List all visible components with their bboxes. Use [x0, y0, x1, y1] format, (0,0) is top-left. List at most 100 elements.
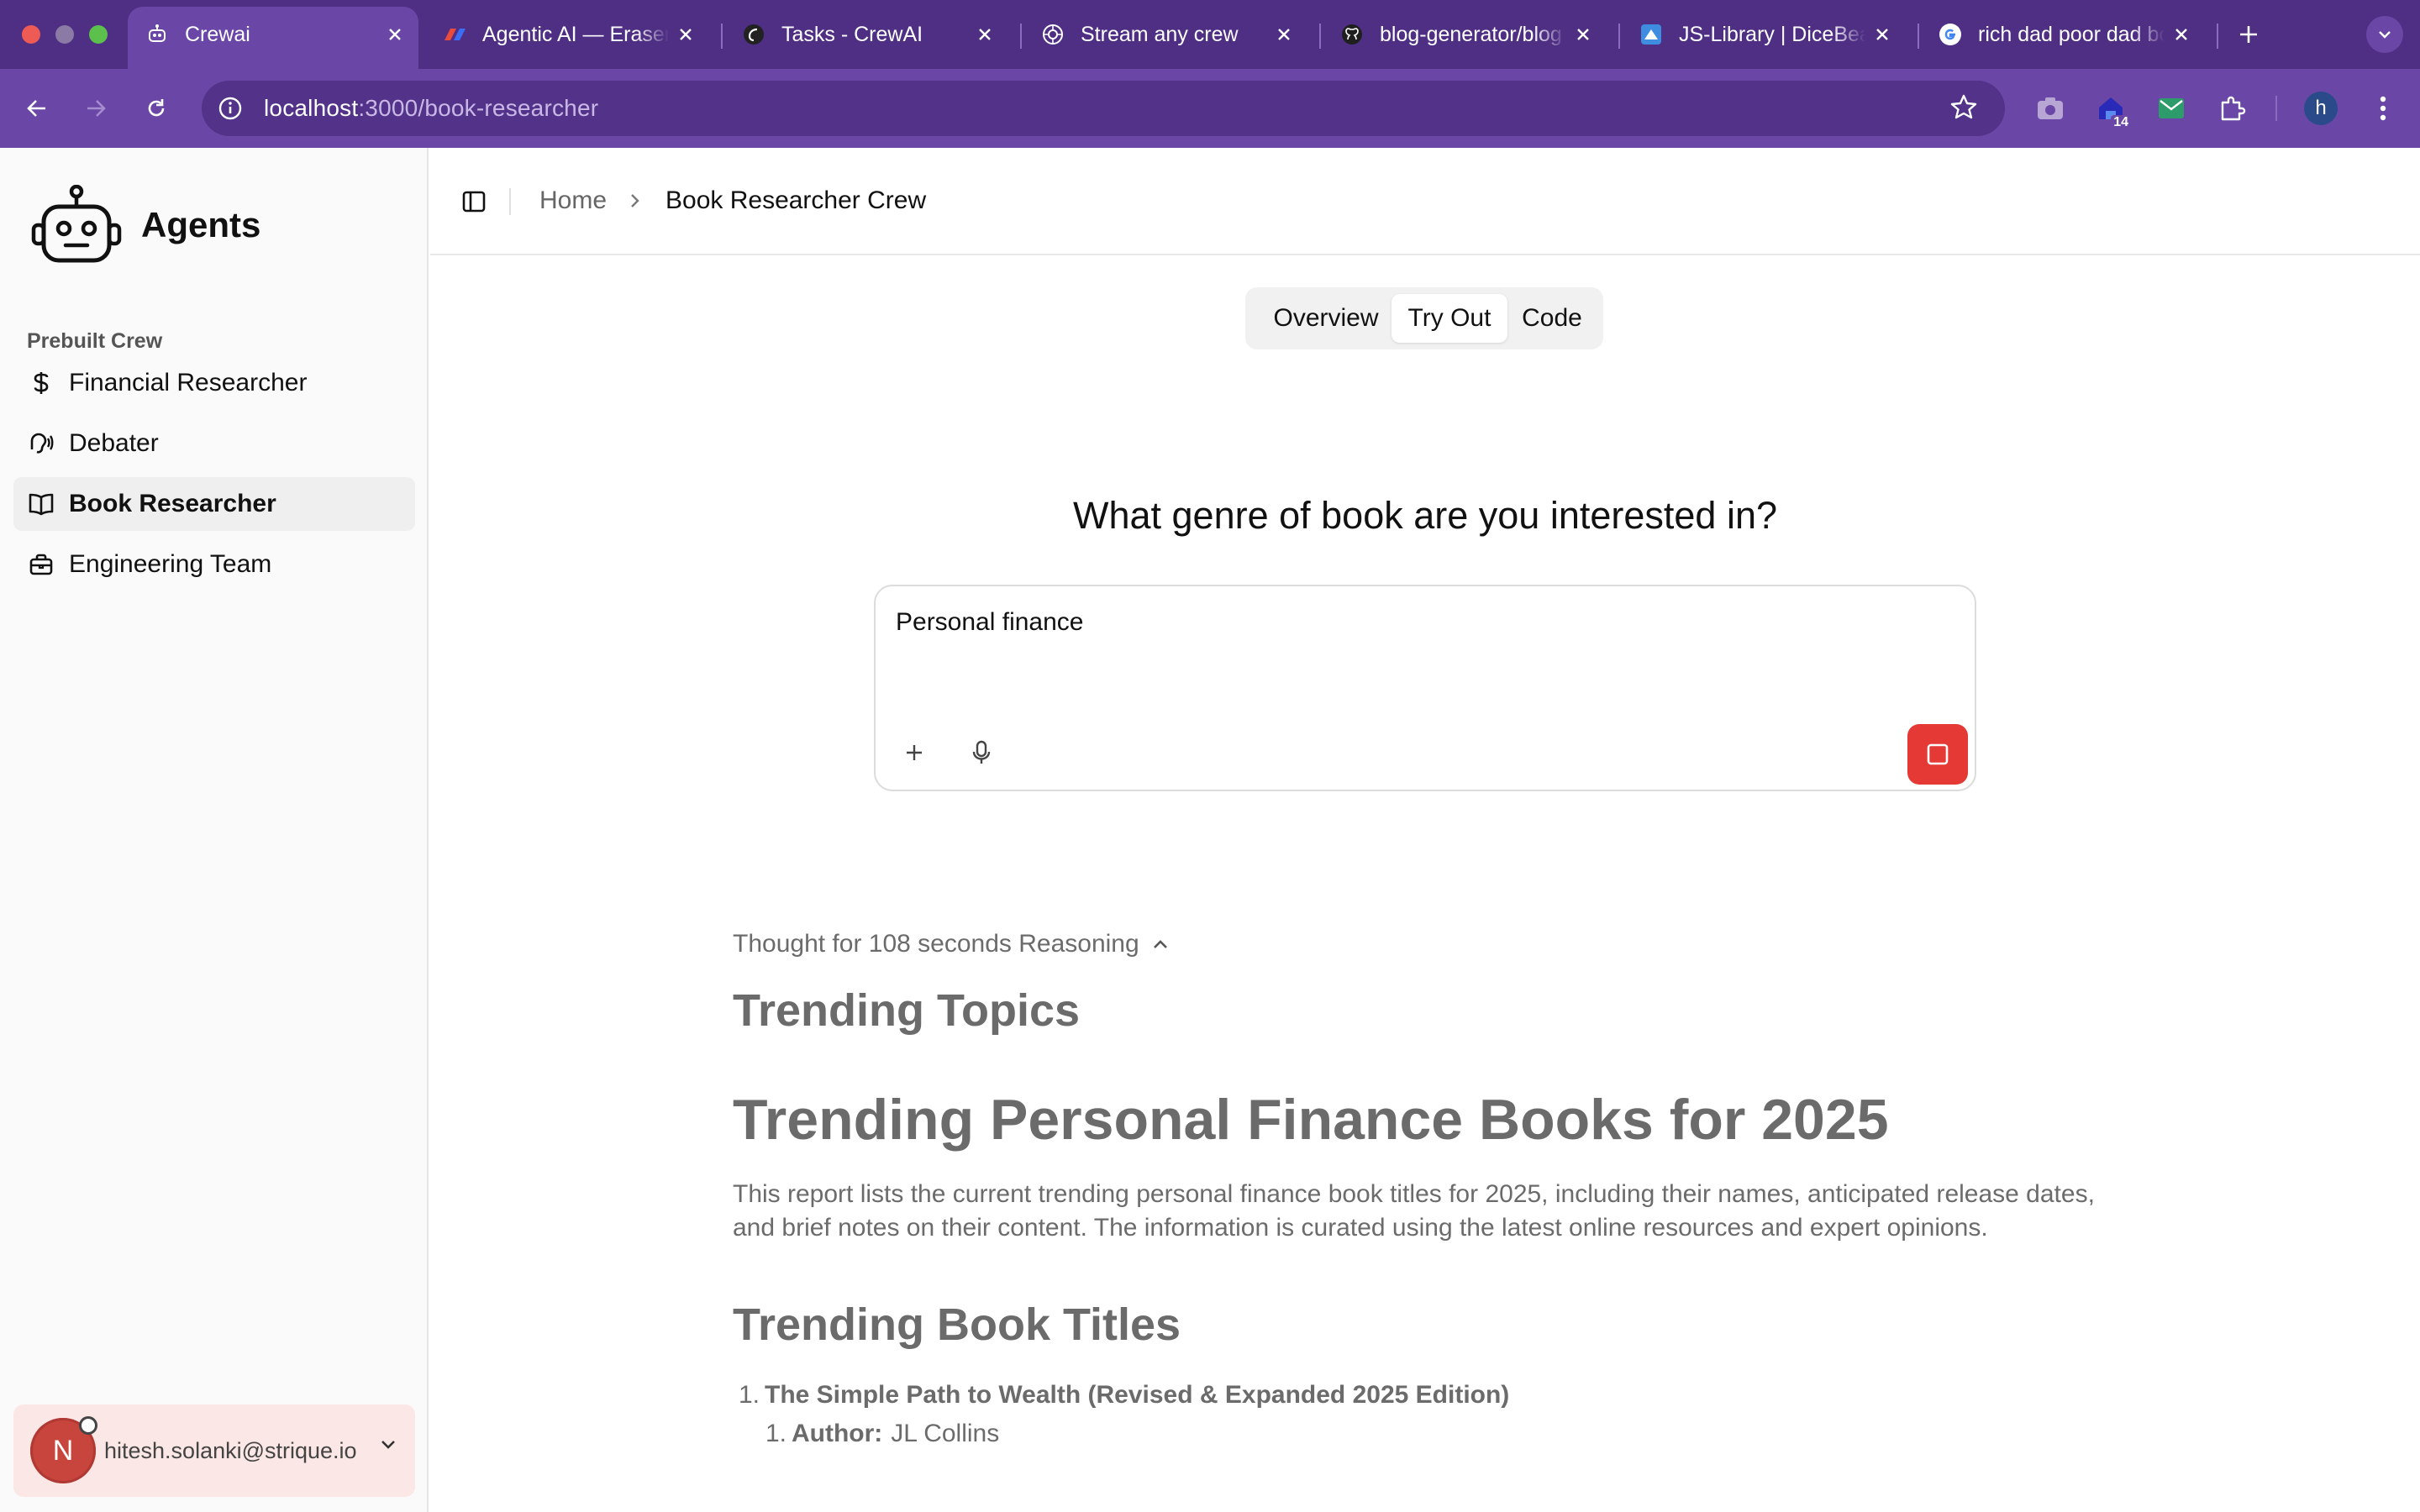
- view-tabs: Overview Try Out Code: [1245, 287, 1603, 349]
- forward-button[interactable]: [77, 90, 114, 127]
- list-number: 1.: [738, 1381, 760, 1409]
- extension-badge: 14: [2111, 115, 2131, 130]
- tab-code[interactable]: Code: [1507, 294, 1597, 343]
- address-bar[interactable]: localhost:3000/book-researcher: [202, 81, 2005, 136]
- tab-overview[interactable]: Overview: [1252, 294, 1400, 343]
- crewai-favicon-icon: [741, 22, 766, 47]
- tab-close-icon[interactable]: [378, 18, 412, 51]
- sidebar-item-engineering-team[interactable]: Engineering Team: [13, 538, 415, 591]
- sidebar-item-debater[interactable]: Debater: [13, 417, 415, 470]
- sidebar: Agents Prebuilt Crew Financial Researche…: [0, 148, 429, 1512]
- bookmark-star-icon[interactable]: [1948, 92, 1980, 123]
- browser-tab-tasks-crewai[interactable]: Tasks - CrewAI: [724, 10, 1008, 59]
- browser-tab-crewai[interactable]: Crewai: [128, 7, 418, 69]
- heading-trending-titles: Trending Book Titles: [733, 1299, 1181, 1350]
- avatar-initial: N: [52, 1434, 74, 1467]
- reload-button[interactable]: [138, 90, 175, 127]
- tab-divider: [1020, 24, 1022, 49]
- list-number: 1.: [765, 1420, 786, 1447]
- report-intro: This report lists the current trending p…: [733, 1180, 2095, 1242]
- heading-trending-topics: Trending Topics: [733, 985, 1081, 1036]
- sidebar-item-label: Book Researcher: [69, 490, 276, 517]
- back-button[interactable]: [18, 90, 55, 127]
- prompt-input[interactable]: Personal finance: [896, 608, 1083, 637]
- user-email: hitesh.solanki@strique.io: [104, 1437, 357, 1463]
- tab-close-icon[interactable]: [968, 18, 1002, 51]
- brand[interactable]: Agents: [30, 185, 260, 265]
- sidebar-item-financial-researcher[interactable]: Financial Researcher: [13, 356, 415, 410]
- tab-close-icon[interactable]: [1865, 18, 1899, 51]
- tab-title: blog-generator/blog: [1380, 22, 1562, 46]
- dollar-icon: [29, 370, 54, 396]
- list-subitem: 1. Author: JL Collins: [761, 1420, 2111, 1448]
- site-info-icon[interactable]: [213, 92, 247, 125]
- camera-extension-icon[interactable]: [2032, 90, 2069, 127]
- breadcrumb-home-link[interactable]: Home: [539, 186, 607, 215]
- window-close-button[interactable]: [22, 25, 40, 44]
- browser-tab-dicebear[interactable]: JS-Library | DiceBear: [1622, 10, 1906, 59]
- home-extension-icon[interactable]: 14: [2092, 90, 2131, 130]
- tab-divider: [2217, 24, 2218, 49]
- eraser-favicon-icon: [442, 22, 467, 47]
- browser-tab-github[interactable]: blog-generator/blog: [1323, 10, 1607, 59]
- google-favicon-icon: [1938, 22, 1963, 47]
- mail-extension-icon[interactable]: [2153, 90, 2190, 127]
- extensions-puzzle-icon[interactable]: [2213, 90, 2250, 127]
- sidebar-toggle-button[interactable]: [457, 185, 491, 218]
- tab-close-icon[interactable]: [1267, 18, 1301, 51]
- avatar: N: [30, 1416, 97, 1483]
- user-menu[interactable]: N hitesh.solanki@strique.io: [13, 1404, 415, 1497]
- stop-button[interactable]: [1907, 724, 1968, 785]
- sidebar-item-book-researcher[interactable]: Book Researcher: [13, 477, 415, 531]
- book-title: The Simple Path to Wealth (Revised & Exp…: [765, 1381, 1510, 1409]
- report-title: Trending Personal Finance Books for 2025: [733, 1088, 1889, 1152]
- profile-avatar[interactable]: h: [2302, 90, 2339, 127]
- breadcrumb-current: Book Researcher Crew: [666, 186, 927, 214]
- page-header: Home Book Researcher Crew: [430, 148, 2420, 255]
- debate-icon: [29, 431, 54, 456]
- stop-square-icon: [1925, 742, 1950, 767]
- toolbar-divider: [2275, 96, 2277, 121]
- browser-tab-google-search[interactable]: rich dad poor dad book: [1921, 10, 2205, 59]
- microphone-icon[interactable]: [965, 736, 998, 769]
- list-item: 1. The Simple Path to Wealth (Revised & …: [733, 1381, 2111, 1410]
- reasoning-toggle[interactable]: Thought for 108 seconds Reasoning: [733, 924, 2111, 964]
- prompt-composer[interactable]: Personal finance: [874, 585, 1976, 791]
- chevron-right-icon: [629, 192, 642, 210]
- tab-close-icon[interactable]: [1566, 18, 1600, 51]
- browser-tab-stream-crew[interactable]: Stream any crew: [1023, 10, 1307, 59]
- prompt-question: What genre of book are you interested in…: [1072, 494, 1777, 537]
- sidebar-item-label: Financial Researcher: [69, 369, 308, 396]
- new-tab-button[interactable]: [2230, 16, 2267, 53]
- chevron-down-icon: [380, 1439, 397, 1451]
- window-maximize-button[interactable]: [89, 25, 108, 44]
- browser-menu-icon[interactable]: [2365, 90, 2402, 127]
- window-minimize-button[interactable]: [55, 25, 74, 44]
- tab-title: rich dad poor dad book: [1978, 22, 2165, 46]
- profile-initial: h: [2304, 92, 2338, 125]
- browser-toolbar: localhost:3000/book-researcher 14 h: [0, 69, 2420, 148]
- tab-close-icon[interactable]: [2165, 18, 2198, 51]
- tab-divider: [1918, 24, 1919, 49]
- plus-icon[interactable]: [897, 736, 931, 769]
- tab-close-icon[interactable]: [669, 18, 702, 51]
- status-dot: [79, 1416, 97, 1435]
- tab-title: Agentic AI — Eraser: [482, 22, 669, 46]
- sidebar-nav: Financial Researcher Debater Book Resear…: [13, 356, 415, 598]
- openai-favicon-icon: [1040, 22, 1065, 47]
- robot-logo-icon: [30, 185, 123, 265]
- tab-title: Tasks - CrewAI: [781, 22, 923, 46]
- tab-divider: [1319, 24, 1321, 49]
- url-host: localhost: [264, 95, 359, 121]
- tab-search-button[interactable]: [2366, 16, 2403, 53]
- tab-divider: [1618, 24, 1620, 49]
- briefcase-icon: [29, 552, 54, 577]
- url-text: localhost:3000/book-researcher: [264, 95, 598, 122]
- browser-tab-eraser[interactable]: Agentic AI — Eraser: [425, 10, 709, 59]
- sidebar-item-label: Engineering Team: [69, 550, 272, 578]
- tab-divider: [721, 24, 723, 49]
- tab-try-out[interactable]: Try Out: [1392, 294, 1507, 343]
- dicebear-favicon-icon: [1639, 22, 1664, 47]
- tab-title: Stream any crew: [1081, 22, 1239, 46]
- browser-tab-strip: Crewai Agentic AI — Eraser Tasks - CrewA…: [0, 0, 2420, 69]
